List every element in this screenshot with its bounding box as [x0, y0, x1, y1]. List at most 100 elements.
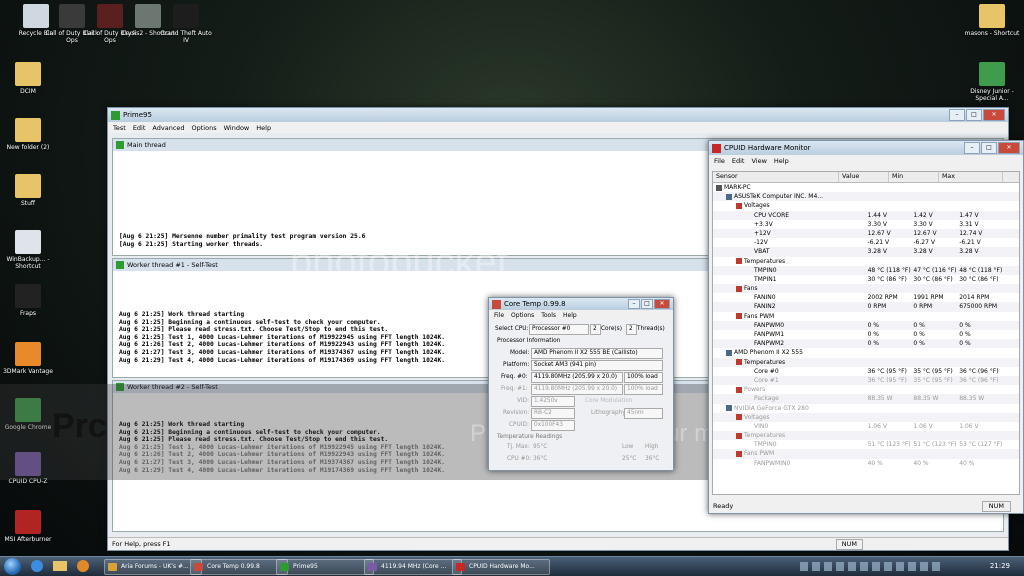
sensor-row[interactable]: FANPWM2 0 % 0 % 0 % [713, 339, 1019, 349]
sensor-row[interactable]: TMPIN0 48 °C (118 °F) 47 °C (116 °F) 48 °C … [713, 265, 1019, 275]
close-button[interactable]: ✕ [983, 109, 1005, 121]
sensor-row[interactable]: Fans PWM [713, 312, 1019, 321]
model-value: AMD Phenom II X2 555 BE (Callisto) [531, 348, 663, 359]
sensor-max [930, 183, 990, 192]
taskbar-app-icon [108, 563, 117, 571]
taskbar-button[interactable]: 4119.94 MHz (Core ... [364, 559, 462, 575]
sensor-row[interactable]: Temperatures [713, 257, 1019, 266]
sensor-row[interactable]: +3.3V 3.30 V 3.30 V 3.31 V [713, 220, 1019, 229]
menu-item-window[interactable]: Window [224, 124, 250, 132]
desktop-icon[interactable]: 3DMark Vantage [0, 342, 56, 375]
ie-icon[interactable] [31, 560, 43, 572]
desktop-icon[interactable]: Disney Junior - Special A... [964, 62, 1020, 102]
column-header-sensor[interactable]: Sensor [713, 172, 839, 182]
desktop-icon[interactable]: Fraps [0, 284, 56, 317]
menu-item-options[interactable]: Options [192, 124, 217, 132]
sensor-row[interactable]: FANPWM1 0 % 0 % 0 % [713, 330, 1019, 339]
menu-item-edit[interactable]: Edit [133, 124, 146, 132]
sensor-row[interactable]: FANPWM0 0 % 0 % 0 % [713, 320, 1019, 330]
sensor-row[interactable]: VBAT 3.28 V 3.28 V 3.28 V [713, 247, 1019, 257]
sensor-row[interactable]: CPU VCORE 1.44 V 1.42 V 1.47 V [713, 210, 1019, 220]
menu-item-advanced[interactable]: Advanced [152, 124, 184, 132]
column-header-min[interactable]: Min [889, 172, 939, 182]
hwmonitor-window[interactable]: CPUID Hardware Monitor – □ ✕ File Edit Vie… [708, 140, 1024, 514]
sensor-row[interactable]: Package 88.35 W 88.35 W 88.35 W [713, 394, 1019, 404]
sensor-value: 1.44 V [867, 211, 887, 219]
sensor-row[interactable]: TMPIN1 30 °C (86 °F) 30 °C (86 °F) 30 °C (8… [713, 275, 1019, 284]
thread-icon [116, 141, 124, 149]
close-button[interactable]: ✕ [654, 299, 670, 309]
desktop-icon[interactable]: MSI Afterburner [0, 510, 56, 543]
menu-item-options[interactable]: Options [511, 312, 534, 319]
desktop-icon[interactable]: Grand Theft Auto IV [158, 4, 214, 44]
explorer-icon[interactable] [53, 561, 67, 571]
cpu-select[interactable]: Processor #0 [529, 324, 589, 335]
desktop-icon[interactable]: WinBackup... - Shortcut [0, 230, 56, 270]
sensor-row[interactable]: VIN0 1.06 V 1.06 V 1.06 V [713, 422, 1019, 431]
sensor-row[interactable]: FANIN2 0 RPM 0 RPM 675000 RPM [713, 302, 1019, 312]
sensor-row[interactable]: Fans [713, 284, 1019, 294]
sensor-row[interactable]: Core #1 36 °C (95 °F) 35 °C (95 °F) 36 °C (… [713, 375, 1019, 386]
sensor-row[interactable]: Voltages [713, 412, 1019, 422]
sensor-row[interactable]: -12V -6.21 V -6.27 V -6.21 V [713, 238, 1019, 247]
taskbar-button[interactable]: Aria Forums - UK's #... [104, 559, 202, 575]
model-label: Model: [510, 350, 530, 356]
sensor-name: FANIN0 [754, 294, 776, 302]
menu-item-file[interactable]: File [714, 157, 725, 165]
sensor-row[interactable]: NVIDIA GeForce GTX 280 [713, 404, 1019, 413]
taskbar-button[interactable]: Prime95 [276, 559, 374, 575]
menu-item-test[interactable]: Test [113, 124, 126, 132]
clock[interactable]: 21:29 [990, 557, 1010, 576]
sensor-row[interactable]: MARK-PC [713, 183, 1019, 192]
desktop-icon[interactable]: New folder (2) [0, 118, 56, 151]
sensor-row[interactable]: Core #0 36 °C (95 °F) 35 °C (95 °F) 36 °C (… [713, 367, 1019, 376]
sensor-row[interactable]: FANPWMIN0 40 % 40 % 40 % [713, 459, 1019, 468]
desktop-icon[interactable]: DCIM [0, 62, 56, 95]
sensor-value: 0 % [867, 331, 879, 338]
menu-item-edit[interactable]: Edit [732, 157, 745, 165]
sensor-row[interactable]: Powers [713, 385, 1019, 394]
minimize-button[interactable]: – [949, 109, 965, 121]
menu-item-help[interactable]: Help [774, 157, 789, 165]
sensor-icon [746, 423, 752, 429]
column-header-value[interactable]: Value [839, 172, 889, 182]
desktop-icon[interactable]: CPUID CPU-Z [0, 452, 56, 485]
menu-item-view[interactable]: View [751, 157, 766, 165]
sensor-row[interactable]: Temperatures [713, 357, 1019, 367]
sensor-row[interactable]: Temperatures [713, 431, 1019, 441]
prime95-titlebar[interactable]: Prime95 – □ ✕ [108, 108, 1008, 122]
sensor-row[interactable]: AMD Phenom II X2 555 [713, 348, 1019, 357]
desktop-icon[interactable]: masons - Shortcut [964, 4, 1020, 37]
sensor-row[interactable]: ASUSTeK Computer INC. M4... [713, 192, 1019, 202]
taskbar-button[interactable]: Core Temp 0.99.8 [190, 559, 288, 575]
sensor-name: Temperatures [744, 432, 786, 440]
close-button[interactable]: ✕ [998, 142, 1020, 154]
hwmonitor-titlebar[interactable]: CPUID Hardware Monitor – □ ✕ [709, 141, 1023, 155]
desktop-icon[interactable]: Google Chrome [0, 398, 56, 431]
menu-item-help[interactable]: Help [256, 124, 271, 132]
sensor-row[interactable]: +12V 12.67 V 12.67 V 12.74 V [713, 228, 1019, 239]
menu-item-help[interactable]: Help [563, 312, 577, 319]
sensor-value: 48 °C (118 °F) [867, 266, 911, 274]
media-player-icon[interactable] [77, 560, 89, 572]
coretemp-titlebar[interactable]: Core Temp 0.99.8 – □ ✕ [489, 298, 673, 310]
minimize-button[interactable]: – [964, 142, 980, 154]
sensor-name-cell: VBAT [713, 247, 868, 256]
maximize-button[interactable]: □ [641, 299, 653, 309]
sensor-name-cell: FANPWMIN0 [713, 459, 868, 468]
sensor-row[interactable]: Fans PWM [713, 449, 1019, 459]
taskbar-button[interactable]: CPUID Hardware Mo... [452, 559, 550, 575]
coretemp-window[interactable]: Core Temp 0.99.8 – □ ✕ File Options Tools H… [488, 297, 674, 471]
sensor-row[interactable]: FANIN0 2002 RPM 1991 RPM 2014 RPM [713, 293, 1019, 302]
tree-node-icon [736, 359, 742, 366]
start-button[interactable] [4, 558, 21, 575]
sensor-row[interactable]: TMPIN0 51 °C (123 °F) 51 °C (123 °F) 53 °C … [713, 440, 1019, 449]
desktop-icon[interactable]: Stuff [0, 174, 56, 207]
sensor-row[interactable]: Voltages [713, 201, 1019, 210]
maximize-button[interactable]: □ [981, 142, 997, 154]
menu-item-file[interactable]: File [494, 312, 504, 319]
maximize-button[interactable]: □ [966, 109, 982, 121]
minimize-button[interactable]: – [628, 299, 640, 309]
column-header-max[interactable]: Max [939, 172, 1003, 182]
menu-item-tools[interactable]: Tools [541, 312, 556, 319]
